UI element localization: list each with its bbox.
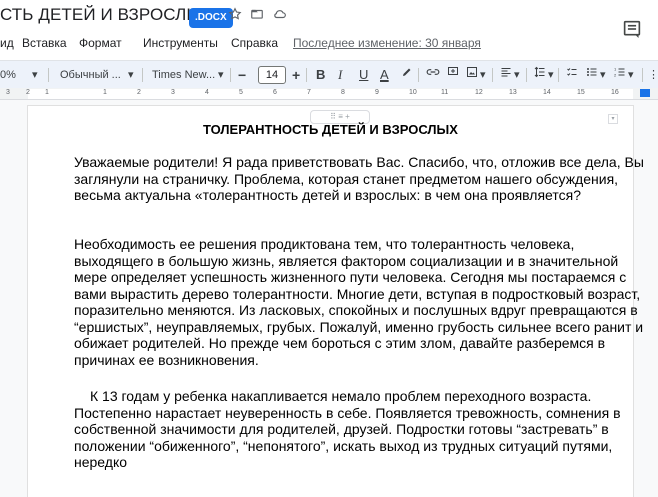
star-icon[interactable] [226, 6, 244, 26]
vertical-ruler[interactable] [0, 100, 12, 497]
toolbar-divider [230, 68, 231, 82]
image-icon[interactable] [466, 66, 478, 84]
ruler-number: 13 [509, 89, 517, 96]
toolbar-divider [492, 68, 493, 82]
document-title[interactable]: СТЬ ДЕТЕЙ И ВЗРОСЛЫХ [0, 5, 213, 25]
svg-text:2: 2 [614, 73, 617, 78]
ruler-number: 14 [543, 89, 551, 96]
toolbar-divider [418, 68, 419, 82]
menu-view[interactable]: ид [0, 36, 14, 50]
align-dropdown-icon[interactable]: ▾ [514, 66, 520, 84]
ruler-number: 7 [307, 89, 311, 96]
document-page[interactable]: ⠿ ≡ + ▾ ТОЛЕРАНТНОСТЬ ДЕТЕЙ И ВЗРОСЛЫХ У… [28, 106, 644, 497]
toolbar-divider [48, 68, 49, 82]
text-color-button[interactable]: A [380, 66, 389, 84]
toolbar-divider [142, 68, 143, 82]
paragraph-3: К 13 годам у ребенка накапливается немал… [74, 388, 621, 470]
ruler-number: 8 [341, 89, 345, 96]
comments-icon[interactable] [622, 20, 644, 40]
folder-move-icon[interactable] [248, 6, 266, 26]
ruler-number: 15 [577, 89, 585, 96]
ruler-number: 12 [475, 89, 483, 96]
ruler-number: 2 [137, 89, 141, 96]
toolbar-divider [558, 68, 559, 82]
numbered-list-icon[interactable]: 12 [614, 66, 626, 84]
top-bar: СТЬ ДЕТЕЙ И ВЗРОСЛЫХ .DOCX ид Вставка Фо… [0, 0, 658, 60]
toolbar-divider [642, 68, 643, 82]
toolbar-divider [306, 68, 307, 82]
menu-tools[interactable]: Инструменты [143, 36, 218, 50]
ruler-number: 6 [273, 89, 277, 96]
zoom-dropdown-icon[interactable]: ▾ [32, 66, 38, 84]
cloud-status-icon[interactable] [270, 6, 288, 26]
ruler-number: 9 [375, 89, 379, 96]
paragraph-1: Уважаемые родители! Я рада приветствоват… [74, 154, 644, 203]
font-size-decrease-button[interactable]: − [238, 66, 246, 84]
zoom-select[interactable]: 0% [0, 66, 16, 84]
align-icon[interactable] [500, 66, 512, 84]
paragraph-2: Необходимость ее решения продиктована те… [74, 236, 644, 368]
ruler-number: 4 [205, 89, 209, 96]
ruler-number: 3 [6, 89, 10, 96]
bold-button[interactable]: B [316, 66, 325, 84]
ruler-number: 10 [409, 89, 417, 96]
right-indent-marker[interactable] [640, 89, 650, 97]
more-options-icon[interactable]: ⋮ [648, 66, 658, 84]
checklist-icon[interactable] [566, 66, 578, 84]
font-size-increase-button[interactable]: + [292, 66, 300, 84]
image-dropdown-icon[interactable]: ▾ [480, 66, 486, 84]
comment-add-icon[interactable] [447, 66, 459, 84]
font-select[interactable]: Times New... [152, 66, 215, 84]
style-dropdown-icon[interactable]: ▾ [128, 66, 134, 84]
toolbar-divider [526, 68, 527, 82]
link-icon[interactable] [426, 66, 440, 84]
line-spacing-icon[interactable] [534, 66, 546, 84]
font-dropdown-icon[interactable]: ▾ [218, 66, 224, 84]
horizontal-ruler[interactable]: 3 2 1 1 2 3 4 5 6 7 8 9 10 11 12 13 14 1… [0, 88, 658, 100]
font-size-input[interactable]: 14 [258, 66, 286, 84]
ruler-number: 1 [103, 89, 107, 96]
bulleted-list-icon[interactable] [586, 66, 598, 84]
bulleted-list-dropdown-icon[interactable]: ▾ [600, 66, 606, 84]
ruler-number: 2 [26, 89, 30, 96]
underline-button[interactable]: U [359, 66, 368, 84]
line-spacing-dropdown-icon[interactable]: ▾ [548, 66, 554, 84]
highlight-pen-icon[interactable] [401, 66, 413, 84]
italic-button[interactable]: I [338, 66, 342, 84]
menu-insert[interactable]: Вставка [22, 36, 67, 50]
style-select[interactable]: Обычный ... [60, 66, 121, 84]
ruler-number: 3 [171, 89, 175, 96]
document-heading: ТОЛЕРАНТНОСТЬ ДЕТЕЙ И ВЗРОСЛЫХ [203, 122, 458, 137]
numbered-list-dropdown-icon[interactable]: ▾ [628, 66, 634, 84]
last-edit-link[interactable]: Последнее изменение: 30 января [293, 36, 481, 50]
menu-help[interactable]: Справка [231, 36, 278, 50]
ruler-number: 1 [45, 89, 49, 96]
menu-format[interactable]: Формат [79, 36, 122, 50]
ruler-number: 5 [239, 89, 243, 96]
ruler-number: 11 [441, 89, 449, 96]
toolbar: 0% ▾ Обычный ... ▾ Times New... ▾ − 14 +… [0, 60, 658, 88]
ruler-number: 16 [611, 89, 619, 96]
svg-text:1: 1 [614, 67, 617, 72]
